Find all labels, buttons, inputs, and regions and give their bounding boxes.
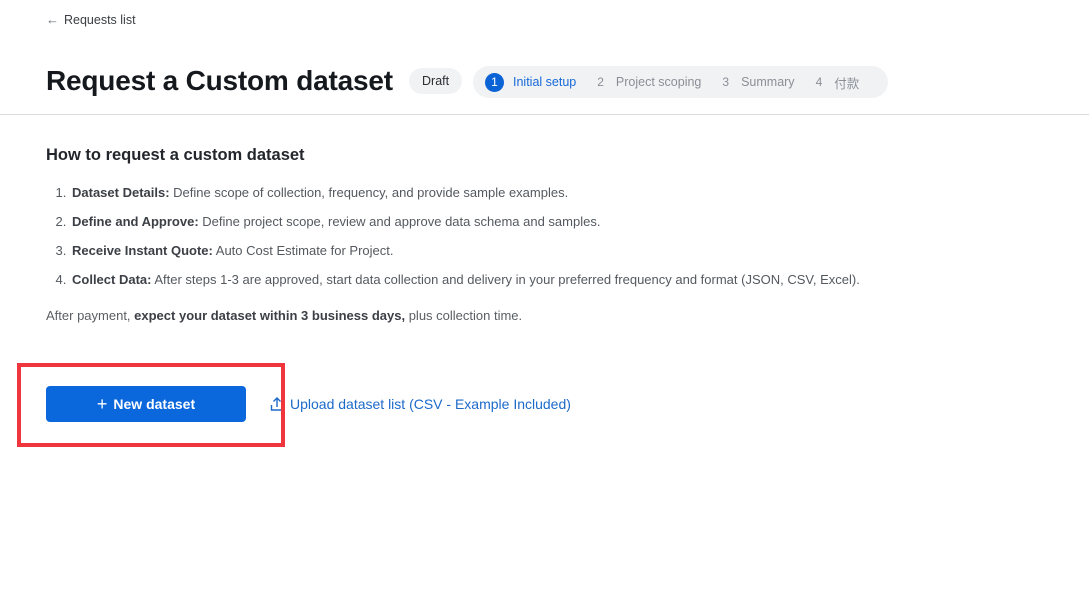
note-suffix: plus collection time. — [405, 308, 523, 323]
step-label: 付款 — [834, 76, 860, 91]
new-dataset-button[interactable]: + New dataset — [46, 386, 246, 422]
step-number: 2 — [597, 75, 604, 89]
actions-row: + New dataset Upload dataset list (CSV -… — [46, 386, 571, 422]
arrow-left-icon: ← — [46, 12, 59, 27]
step-description: Auto Cost Estimate for Project. — [212, 243, 394, 258]
step-project-scoping[interactable]: 2 Project scoping — [597, 73, 701, 92]
new-dataset-label: New dataset — [113, 396, 196, 412]
step-title: Define and Approve: — [72, 214, 199, 229]
page-header: Request a Custom dataset Draft 1 Initial… — [0, 60, 1089, 115]
step-title: Dataset Details: — [72, 185, 170, 200]
step-title: Receive Instant Quote: — [72, 243, 213, 258]
page-title: Request a Custom dataset — [46, 65, 393, 96]
list-item: Dataset Details: Define scope of collect… — [70, 185, 866, 201]
step-number: 1 — [485, 72, 504, 92]
step-number: 3 — [722, 75, 730, 89]
instructions-section: How to request a custom dataset Dataset … — [46, 146, 866, 323]
step-description: Define project scope, review and approve… — [198, 214, 601, 229]
step-description: Define scope of collection, frequency, a… — [169, 185, 569, 200]
step-initial-setup[interactable]: 1 Initial setup — [485, 72, 577, 92]
step-label: Initial setup — [513, 75, 577, 89]
step-label: Summary — [741, 75, 795, 89]
step-summary[interactable]: 3 Summary — [722, 73, 794, 92]
list-item: Receive Instant Quote: Auto Cost Estimat… — [70, 243, 866, 259]
list-item: Collect Data: After steps 1-3 are approv… — [70, 272, 866, 288]
step-number: 4 — [815, 75, 823, 89]
back-link-label: Requests list — [64, 12, 136, 27]
step-description: After steps 1-3 are approved, start data… — [151, 272, 860, 287]
note-prefix: After payment, — [46, 308, 135, 323]
step-title: Collect Data: — [72, 272, 152, 287]
back-to-requests-link[interactable]: ← Requests list — [46, 12, 136, 27]
step-payment[interactable]: 4 付款 — [816, 73, 860, 92]
delivery-note: After payment, expect your dataset withi… — [46, 308, 866, 323]
note-emphasis: expect your dataset within 3 business da… — [134, 308, 406, 323]
plus-icon: + — [96, 394, 108, 414]
step-label: Project scoping — [615, 75, 702, 89]
list-item: Define and Approve: Define project scope… — [70, 214, 866, 230]
progress-stepper: 1 Initial setup 2 Project scoping 3 Summ… — [473, 66, 888, 98]
status-badge: Draft — [409, 68, 463, 94]
upload-label: Upload dataset list (CSV - Example Inclu… — [290, 396, 571, 412]
upload-dataset-list-link[interactable]: Upload dataset list (CSV - Example Inclu… — [270, 396, 571, 412]
instruction-steps-list: Dataset Details: Define scope of collect… — [46, 185, 866, 288]
section-title: How to request a custom dataset — [46, 146, 305, 164]
upload-icon — [270, 397, 284, 411]
